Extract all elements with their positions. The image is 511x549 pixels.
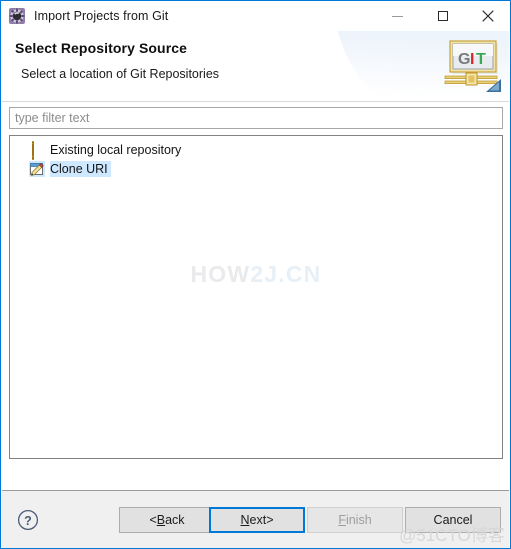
next-button[interactable]: Next >	[209, 507, 305, 533]
finish-button-mnemonic: F	[338, 513, 346, 527]
title-bar: Import Projects from Git	[1, 1, 510, 31]
clone-uri-edit-icon	[29, 160, 45, 177]
back-button[interactable]: < Back	[119, 507, 215, 533]
window-controls	[375, 1, 510, 31]
search-input-placeholder: type filter text	[15, 111, 90, 125]
page-subtitle: Select a location of Git Repositories	[21, 67, 220, 81]
back-button-prefix: <	[149, 513, 157, 527]
tree-watermark-part2: 2J.CN	[250, 261, 322, 287]
window-title: Import Projects from Git	[34, 9, 169, 23]
svg-text:T: T	[476, 51, 486, 68]
eclipse-gear-icon	[8, 7, 26, 25]
git-banner-icon: G I T	[439, 39, 501, 95]
cancel-button-mnemonic: C	[433, 513, 443, 527]
next-button-mnemonic: N	[240, 513, 250, 527]
page-title: Select Repository Source	[15, 40, 188, 56]
tree-watermark-part1: HOW	[190, 261, 251, 287]
svg-text:I: I	[470, 51, 474, 68]
tree-item-clone-uri[interactable]: Clone URI	[10, 159, 502, 178]
help-icon[interactable]: ?	[17, 509, 39, 531]
next-button-rest: ext	[249, 513, 267, 527]
back-button-mnemonic: B	[156, 513, 166, 527]
tree-watermark: HOW2J.CN	[10, 261, 502, 288]
close-icon[interactable]	[465, 1, 510, 31]
svg-text:G: G	[458, 51, 470, 68]
tree-item-existing-local-repository[interactable]: Existing local repository	[10, 140, 502, 160]
back-button-rest: ack	[165, 513, 185, 527]
repository-database-icon	[29, 140, 45, 160]
maximize-icon[interactable]	[420, 1, 465, 31]
cancel-button-rest: ancel	[442, 513, 473, 527]
svg-text:?: ?	[24, 514, 32, 528]
tree-item-label: Existing local repository	[50, 142, 182, 157]
import-projects-from-git-dialog: Import Projects from Git Select Reposito…	[0, 0, 511, 549]
minimize-icon[interactable]	[375, 1, 420, 31]
tree-item-label: Clone URI	[50, 160, 111, 177]
cancel-button[interactable]: Cancel	[405, 507, 501, 533]
repository-source-tree[interactable]: Existing local repository Clone URI HOW2…	[9, 135, 503, 459]
wizard-header: Select Repository Source Select a locati…	[2, 31, 509, 102]
finish-button-rest: inish	[345, 513, 372, 527]
next-button-suffix: >	[266, 513, 274, 527]
search-input[interactable]: type filter text	[9, 107, 503, 129]
finish-button: Finish	[307, 507, 403, 533]
